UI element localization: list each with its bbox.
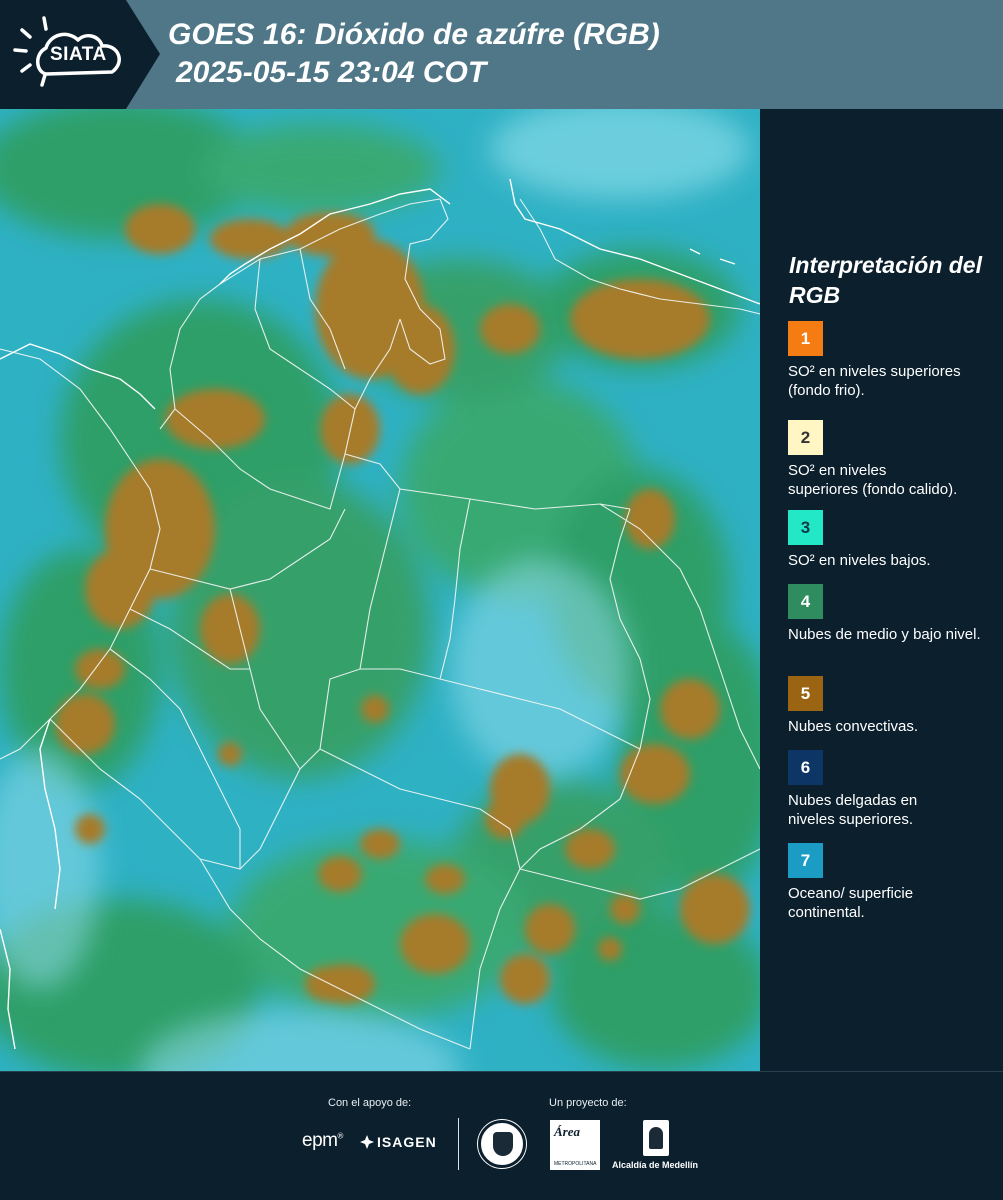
legend-swatch-1: 1 xyxy=(788,321,823,356)
project-label: Un proyecto de: xyxy=(549,1097,627,1109)
header: SIATA GOES 16: Dióxido de azúfre (RGB) 2… xyxy=(0,0,1003,109)
title-timestamp: 2025-05-15 23:04 COT xyxy=(176,56,487,89)
legend-item-3: 3 SO² en niveles bajos. xyxy=(788,510,993,570)
footer-divider xyxy=(458,1118,459,1170)
legend-swatch-3: 3 xyxy=(788,510,823,545)
legend-swatch-7: 7 xyxy=(788,843,823,878)
legend-panel: Interpretación del RGB 1 SO² en niveles … xyxy=(760,109,1003,1071)
legend-item-2: 2 SO² en niveles superiores (fondo calid… xyxy=(788,420,993,499)
legend-swatch-2: 2 xyxy=(788,420,823,455)
alcaldia-shield-icon xyxy=(643,1120,669,1156)
title-product: GOES 16: Dióxido de azúfre (RGB) xyxy=(168,18,660,51)
siata-logo: SIATA xyxy=(0,0,160,109)
support-label: Con el apoyo de: xyxy=(328,1097,412,1109)
legend-item-6: 6 Nubes delgadas en niveles superiores. xyxy=(788,750,993,829)
legend-item-4: 4 Nubes de medio y bajo nivel. xyxy=(788,584,993,644)
epm-logo: epm® xyxy=(302,1130,343,1151)
satellite-map[interactable] xyxy=(0,109,760,1071)
legend-label-3: SO² en niveles bajos. xyxy=(788,552,931,569)
legend-item-1: 1 SO² en niveles superiores (fondo frio)… xyxy=(788,321,993,400)
legend-label-5: Nubes convectivas. xyxy=(788,718,919,735)
area-metropolitana-logo: Área METROPOLITANA Valle de Aburrá xyxy=(550,1120,600,1179)
footer: Con el apoyo de: Un proyecto de: epm® IS… xyxy=(0,1071,1003,1200)
isagen-logo: ISAGEN xyxy=(360,1134,437,1150)
legend-swatch-4: 4 xyxy=(788,584,823,619)
logo-text: SIATA xyxy=(50,44,107,65)
legend-label-1: SO² en niveles superiores (fondo frio). xyxy=(788,363,961,399)
legend-label-6: Nubes delgadas en niveles superiores. xyxy=(788,792,918,828)
page-title: GOES 16: Dióxido de azúfre (RGB) 2025-05… xyxy=(168,16,660,92)
legend-swatch-6: 6 xyxy=(788,750,823,785)
satellite-image xyxy=(0,109,760,1071)
legend-item-7: 7 Oceano/ superficie continental. xyxy=(788,843,993,922)
legend-label-4: Nubes de medio y bajo nivel. xyxy=(788,626,981,643)
legend-swatch-5: 5 xyxy=(788,676,823,711)
legend-item-5: 5 Nubes convectivas. xyxy=(788,676,993,736)
legend-label-7: Oceano/ superficie continental. xyxy=(788,885,914,921)
legend-label-2: SO² en niveles superiores (fondo calido)… xyxy=(788,462,958,498)
alcaldia-logo-text: Alcaldía de Medellín xyxy=(612,1160,699,1170)
legend-title: Interpretación del RGB xyxy=(789,252,982,308)
medellin-seal-icon xyxy=(478,1120,526,1168)
isagen-icon xyxy=(360,1135,374,1149)
